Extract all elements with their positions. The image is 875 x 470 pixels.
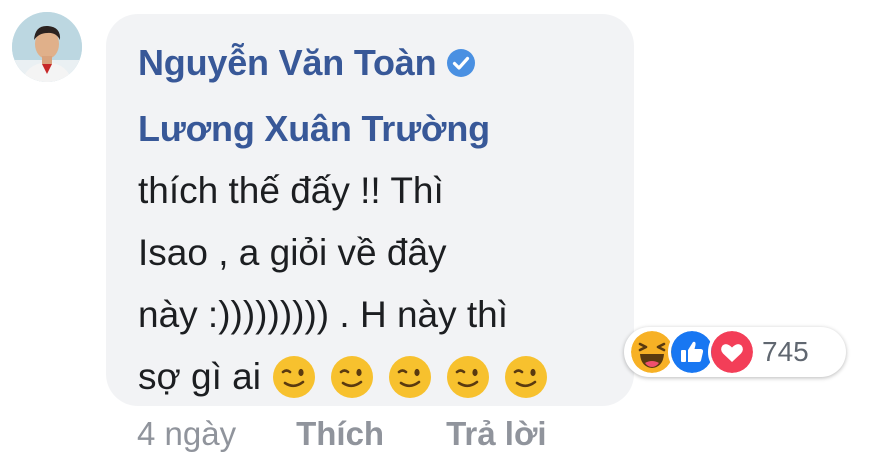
reaction-count: 745 <box>762 336 809 367</box>
comment-text-line: Isao , a giỏi về đây <box>138 232 447 273</box>
emoji-group <box>271 354 549 400</box>
reply-button[interactable]: Trả lời <box>446 415 547 453</box>
comment-bubble: Nguyễn Văn Toàn Lương Xuân Trường thích … <box>106 14 634 406</box>
like-button[interactable]: Thích <box>296 415 384 453</box>
verified-badge-icon <box>447 49 476 77</box>
comment-text-line: này :))))))))) . H này thì <box>138 294 509 335</box>
winking-face-icon <box>330 356 373 398</box>
comment-header: Nguyễn Văn Toàn <box>138 40 602 86</box>
winking-face-icon <box>272 356 315 398</box>
comment-last-line: sợ gì ai <box>138 346 602 408</box>
love-icon <box>708 328 756 376</box>
winking-face-icon <box>504 356 547 398</box>
mentioned-user-link[interactable]: Lương Xuân Trường <box>138 98 602 160</box>
comment-text-line: sợ gì ai <box>138 356 261 397</box>
avatar-image <box>12 12 82 82</box>
author-name-link[interactable]: Nguyễn Văn Toàn <box>138 42 437 84</box>
avatar[interactable] <box>12 12 82 82</box>
timestamp-link[interactable]: 4 ngày <box>137 415 236 453</box>
winking-face-icon <box>446 356 489 398</box>
winking-face-icon <box>388 356 431 398</box>
comment-actions: 4 ngày Thích Trả lời <box>137 412 547 456</box>
comment-text-line: thích thế đấy !! Thì <box>138 170 444 211</box>
reactions-summary[interactable]: 745 <box>624 327 846 377</box>
